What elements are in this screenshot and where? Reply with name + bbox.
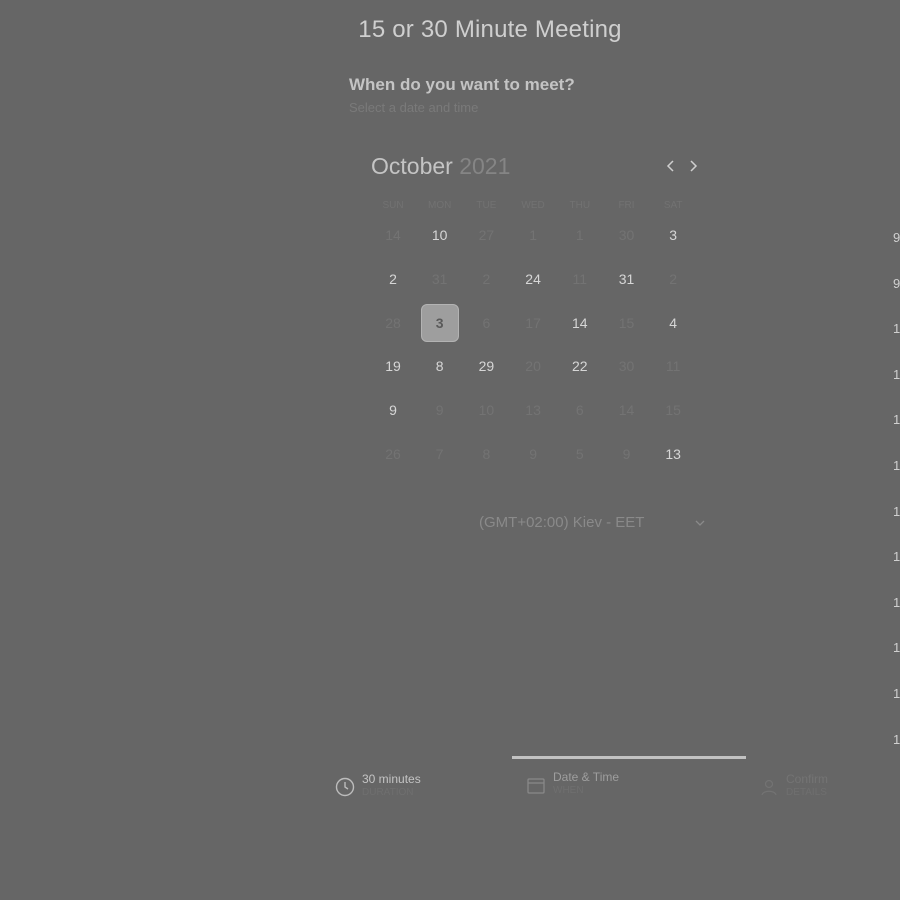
unavailable-day: 1 [575,227,584,243]
unavailable-day: 15 [618,314,635,331]
unavailable-day: 2 [669,270,678,287]
time-slot-button[interactable]: 1 [893,504,900,519]
available-day[interactable]: 2 [370,257,416,301]
time-slot-button[interactable]: 1 [893,321,900,336]
available-day[interactable]: 10 [417,213,463,257]
prev-month-button[interactable] [662,156,680,176]
step-confirm-subtitle: DETAILS [786,787,827,798]
month-name: October [371,153,453,179]
unavailable-day: 31 [431,270,448,287]
available-day[interactable]: 22 [557,344,603,388]
unavailable-day: 9 [435,402,444,419]
unavailable-day: 6 [482,314,491,331]
selected-day[interactable]: 3 [420,303,459,342]
unavailable-day: 26 [385,446,401,462]
time-slot-button[interactable]: 1 [893,595,900,610]
available-day[interactable]: 29 [463,344,509,388]
weekday-header: SUN MON TUE WED THU FRI SAT [370,200,697,212]
month-year: 2021 [459,153,511,179]
unavailable-day: 8 [482,446,491,462]
unavailable-day: 2 [482,270,491,287]
user-icon [761,779,777,796]
unavailable-day: 14 [618,402,635,419]
weekday-label: TUE [476,200,497,211]
unavailable-day: 28 [385,314,401,331]
timezone-select[interactable]: (GMT+02:00) Kiev - EET [479,514,711,534]
step-date-time-title: Date & Time [553,770,620,784]
unavailable-day: 11 [665,358,681,375]
unavailable-day: 14 [385,227,401,243]
chevron-down-icon [695,520,705,526]
chevron-left-icon [666,160,674,172]
clock-icon [335,777,355,797]
weekday-label: SAT [663,200,683,211]
step-duration-subtitle: DURATION [362,787,414,798]
time-slot-button[interactable]: 1 [893,367,900,382]
unavailable-day: 15 [665,402,681,419]
weekday-label: THU [569,200,591,211]
calendar-icon [527,778,545,794]
unavailable-day: 30 [618,358,635,375]
timezone-value: (GMT+02:00) Kiev - EET [479,514,645,531]
chevron-right-icon [690,160,698,172]
unavailable-day: 17 [525,314,541,331]
step-progress-bar [512,756,746,759]
month-heading: October 2021 [371,153,510,180]
date-hint: Select a date and time [349,100,479,115]
step-confirm-title: Confirm [786,772,829,786]
available-day[interactable]: 14 [557,301,603,345]
unavailable-day: 10 [478,402,495,419]
unavailable-day: 9 [529,446,537,462]
unavailable-day: 20 [525,358,541,375]
page-title: 15 or 30 Minute Meeting [358,16,622,43]
unavailable-day: 7 [435,446,444,462]
time-slot-button[interactable]: 1 [893,640,900,655]
time-slot-button[interactable]: 1 [893,686,900,701]
time-slot-button[interactable]: 1 [893,458,900,473]
available-day[interactable]: 8 [417,344,463,388]
step-date-time-subtitle: WHEN [553,785,584,796]
weekday-label: MON [428,200,452,211]
available-day[interactable]: 19 [370,344,416,388]
time-slot-button[interactable]: 1 [893,412,900,427]
weekday-label: SUN [382,200,404,211]
weekday-label: WED [521,200,545,211]
step-duration-title: 30 minutes [362,772,421,786]
weekday-label: FRI [618,200,635,211]
unavailable-day: 1 [529,227,537,243]
available-day[interactable]: 31 [604,257,650,301]
unavailable-day: 5 [575,446,584,462]
available-day[interactable]: 13 [650,432,696,476]
available-day[interactable]: 24 [510,257,556,301]
available-day[interactable]: 4 [650,301,696,345]
unavailable-day: 27 [478,227,495,243]
date-question: When do you want to meet? [349,75,575,94]
next-month-button[interactable] [684,156,702,176]
unavailable-day: 30 [618,227,635,243]
unavailable-day: 11 [572,270,588,287]
time-slot-button[interactable]: 9 [893,230,900,245]
unavailable-day: 13 [525,402,541,419]
time-slot-button[interactable]: 9 [893,276,900,291]
time-slot-button[interactable]: 1 [893,732,900,747]
unavailable-day: 9 [622,446,631,462]
calendar-grid: 14 10 27 1 1 30 3 2 31 2 24 11 31 2 28 3 6 17 14 15 4 19 8 29 20… [370,213,697,477]
available-day[interactable]: 9 [370,388,416,432]
available-day[interactable]: 3 [650,213,696,257]
unavailable-day: 6 [575,402,584,419]
time-slot-button[interactable]: 1 [893,549,900,564]
